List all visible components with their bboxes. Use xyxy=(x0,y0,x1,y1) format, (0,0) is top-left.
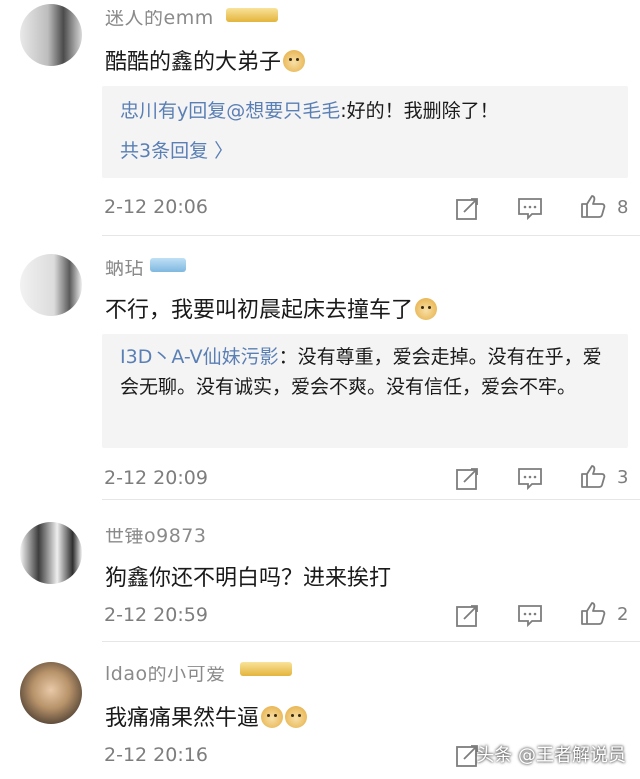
like-count: 3 xyxy=(617,467,629,488)
comment-text: 不行，我要叫初晨起床去撞车了 xyxy=(105,292,438,324)
user-badge xyxy=(240,662,292,676)
repost-icon[interactable] xyxy=(455,602,481,628)
comment-time: 2-12 20:59 xyxy=(104,604,208,626)
user-badge xyxy=(226,8,278,22)
doge-emoji-icon xyxy=(285,706,308,728)
comment-time: 2-12 20:06 xyxy=(104,196,208,218)
doge-emoji-icon xyxy=(283,50,306,72)
avatar[interactable] xyxy=(20,4,82,66)
avatar[interactable] xyxy=(20,254,82,316)
username[interactable]: 蚋玷 xyxy=(105,260,144,276)
comment-item: 迷人的emm 酷酷的鑫的大弟子 忠川有y回复@想要只毛毛:好的！我删除了！ 共3… xyxy=(0,0,640,236)
username[interactable]: 世锤o9873 xyxy=(105,528,206,544)
comment-icon[interactable] xyxy=(517,602,543,628)
comment-time: 2-12 20:16 xyxy=(104,744,208,766)
reply-box[interactable]: I3D丶A-V仙妹污影：没有尊重，爱会走掉。没有在乎，爱会无聊。没有诚实，爱会不… xyxy=(102,334,628,448)
repost-icon[interactable] xyxy=(455,195,481,221)
reply-box[interactable]: 忠川有y回复@想要只毛毛:好的！我删除了！ 共3条回复 〉 xyxy=(102,86,628,178)
doge-emoji-icon xyxy=(415,298,438,320)
username[interactable]: ldao的小可爱 xyxy=(105,666,226,682)
comment-icon[interactable] xyxy=(517,195,543,221)
comment-text: 我痛痛果然牛逼 xyxy=(105,700,308,732)
avatar[interactable] xyxy=(20,522,82,584)
comment-item: 蚋玷 不行，我要叫初晨起床去撞车了 I3D丶A-V仙妹污影：没有尊重，爱会走掉。… xyxy=(0,236,640,500)
reply-author[interactable]: 忠川有y回复@想要只毛毛 xyxy=(120,100,340,122)
comment-item: 世锤o9873 狗鑫你还不明白吗？进来挨打 2-12 20:59 2 xyxy=(0,500,640,642)
like-count: 2 xyxy=(617,604,629,625)
thumbs-up-icon[interactable] xyxy=(580,463,606,489)
comment-text: 狗鑫你还不明白吗？进来挨打 xyxy=(105,566,392,591)
user-badge xyxy=(150,258,186,272)
doge-emoji-icon xyxy=(261,706,284,728)
comment-text: 酷酷的鑫的大弟子 xyxy=(105,44,306,76)
reply-content: :好的！我删除了！ xyxy=(340,100,499,122)
like-count: 8 xyxy=(617,197,629,218)
comment-time: 2-12 20:09 xyxy=(104,467,208,489)
repost-icon[interactable] xyxy=(455,465,481,491)
reply-author[interactable]: I3D丶A-V仙妹污影 xyxy=(120,346,279,368)
avatar[interactable] xyxy=(20,662,82,724)
thumbs-up-icon[interactable] xyxy=(580,193,606,219)
thumbs-up-icon[interactable] xyxy=(580,600,606,626)
watermark: 头条 @王者解说员 xyxy=(476,745,626,766)
view-replies-link[interactable]: 共3条回复 〉 xyxy=(120,136,233,163)
comment-icon[interactable] xyxy=(517,465,543,491)
username[interactable]: 迷人的emm xyxy=(105,10,214,26)
